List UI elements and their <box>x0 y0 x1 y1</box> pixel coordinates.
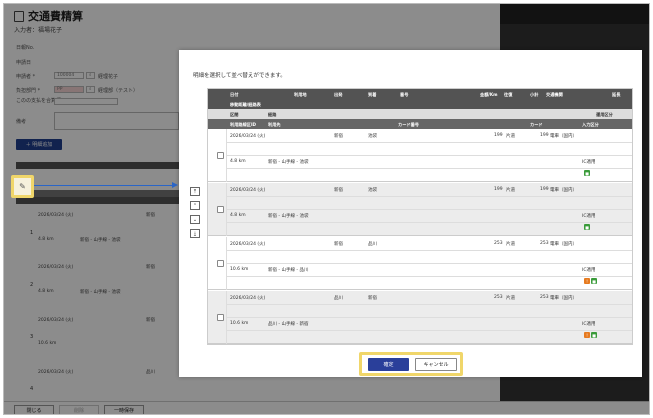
row-amount: 253 <box>494 241 503 246</box>
header-extend: 延長 <box>612 92 621 97</box>
move-up-button[interactable]: ⌃ <box>190 201 200 210</box>
table-row[interactable]: 2026/03/24 (火) 新宿 池袋 199 片道 199 電車（国内） 4… <box>208 183 632 236</box>
row-date: 2026/03/24 (火) <box>230 134 266 139</box>
row-to: 品川 <box>368 242 377 247</box>
row-amount: 199 <box>494 133 503 138</box>
table-row[interactable]: 2026/03/24 (火) 新宿 品川 253 片道 253 電車（国内） 1… <box>208 237 632 290</box>
drag-handle-icon[interactable]: ✎ <box>11 175 34 198</box>
row-date: 2026/03/24 (火) <box>230 188 266 193</box>
row-roundtrip: 片道 <box>506 242 515 247</box>
header-section: 区間 <box>230 112 239 117</box>
arrow-indicator <box>34 185 174 186</box>
header-destination: 利用先 <box>268 122 281 127</box>
table-header-row: 利用路線区ID 利用先 カード番号 カード 入力区分 <box>208 119 632 129</box>
header-subtotal: 小計 <box>530 92 539 97</box>
header-number: 番号 <box>400 92 409 97</box>
header-to: 到着 <box>368 92 377 97</box>
header-line-id: 利用路線区ID <box>230 122 256 127</box>
row-from: 新宿 <box>334 134 343 139</box>
row-subtotal: 253 <box>540 241 549 246</box>
warning-icon: ! <box>584 332 590 338</box>
row-checkbox[interactable] <box>217 260 224 267</box>
row-amount: 253 <box>494 295 503 300</box>
row-transport: 電車（国内） <box>550 188 577 193</box>
move-down-button[interactable]: ⌄ <box>190 215 200 224</box>
row-distance: 4.8 km <box>230 159 246 164</box>
reorder-modal: 明細を選択して並べ替えができます。 ⤒ ⌃ ⌄ ⤓ 日付 利用地 出発 到着 番… <box>179 50 642 377</box>
row-to: 新宿 <box>368 296 377 301</box>
row-badge: IC適用 <box>582 268 596 273</box>
table-row[interactable]: 2026/03/24 (火) 品川 新宿 253 片道 253 電車（国内） 1… <box>208 291 632 344</box>
row-checkbox[interactable] <box>217 314 224 321</box>
modal-description: 明細を選択して並べ替えができます。 <box>193 73 286 79</box>
header-place: 利用地 <box>294 92 307 97</box>
warning-icon: ! <box>584 278 590 284</box>
ic-card-icon: ■ <box>591 332 597 338</box>
header-route: 経路 <box>268 112 277 117</box>
row-route: 新宿 - 山手線 - 品川 <box>268 268 309 273</box>
table-header-row: 移動距離/経路表 <box>208 99 632 109</box>
window: 交通費精算 入力者：福場花子 日報No. 申請日 申請者 * 100004 ⌕ … <box>3 3 650 415</box>
row-distance: 10.6 km <box>230 321 249 326</box>
row-date: 2026/03/24 (火) <box>230 242 266 247</box>
header-date: 日付 <box>230 92 239 97</box>
row-transport: 電車（国内） <box>550 296 577 301</box>
table-header-row: 区間 経路 運用区分 <box>208 109 632 119</box>
header-roundtrip: 往復 <box>504 92 513 97</box>
row-to: 池袋 <box>368 188 377 193</box>
row-roundtrip: 片道 <box>506 134 515 139</box>
row-checkbox[interactable] <box>217 206 224 213</box>
row-from: 新宿 <box>334 188 343 193</box>
row-route: 品川 - 山手線 - 新宿 <box>268 322 309 327</box>
row-roundtrip: 片道 <box>506 188 515 193</box>
ic-card-icon: ■ <box>584 224 590 230</box>
confirm-button[interactable]: 確定 <box>368 358 409 371</box>
header-operation: 運用区分 <box>596 112 613 117</box>
row-badge: IC適用 <box>582 214 596 219</box>
row-from: 新宿 <box>334 242 343 247</box>
header-from: 出発 <box>334 92 343 97</box>
row-transport: 電車（国内） <box>550 134 577 139</box>
header-card: カード <box>530 122 543 127</box>
move-bottom-button[interactable]: ⤓ <box>190 229 200 238</box>
row-distance: 10.6 km <box>230 267 249 272</box>
row-subtotal: 199 <box>540 133 549 138</box>
header-distance-route: 移動距離/経路表 <box>230 102 261 107</box>
header-transport: 交通機関 <box>546 92 563 97</box>
row-amount: 199 <box>494 187 503 192</box>
row-route: 新宿 - 山手線 - 池袋 <box>268 160 309 165</box>
reorder-table: 日付 利用地 出発 到着 番号 金額/Km 往復 小計 交通機関 延長 移動距離… <box>207 88 633 345</box>
row-transport: 電車（国内） <box>550 242 577 247</box>
row-badge: IC適用 <box>582 322 596 327</box>
row-from: 品川 <box>334 296 343 301</box>
header-card-number: カード番号 <box>398 122 419 127</box>
row-date: 2026/03/24 (火) <box>230 296 266 301</box>
ic-card-icon: ■ <box>584 170 590 176</box>
table-row[interactable]: 2026/03/24 (火) 新宿 池袋 199 片道 199 電車（国内） 4… <box>208 129 632 182</box>
cancel-button[interactable]: キャンセル <box>415 358 457 371</box>
table-header-row: 日付 利用地 出発 到着 番号 金額/Km 往復 小計 交通機関 延長 <box>208 89 632 99</box>
row-roundtrip: 片道 <box>506 296 515 301</box>
row-route: 新宿 - 山手線 - 池袋 <box>268 214 309 219</box>
row-to: 池袋 <box>368 134 377 139</box>
arrow-head-icon <box>172 182 178 188</box>
row-subtotal: 199 <box>540 187 549 192</box>
header-amount: 金額/Km <box>480 92 498 97</box>
move-top-button[interactable]: ⤒ <box>190 187 200 196</box>
row-subtotal: 253 <box>540 295 549 300</box>
ic-card-icon: ■ <box>591 278 597 284</box>
row-checkbox[interactable] <box>217 152 224 159</box>
modal-action-buttons: 確定 キャンセル <box>359 352 463 376</box>
row-badge: IC適用 <box>582 160 596 165</box>
row-distance: 4.8 km <box>230 213 246 218</box>
header-input-type: 入力区分 <box>582 122 599 127</box>
